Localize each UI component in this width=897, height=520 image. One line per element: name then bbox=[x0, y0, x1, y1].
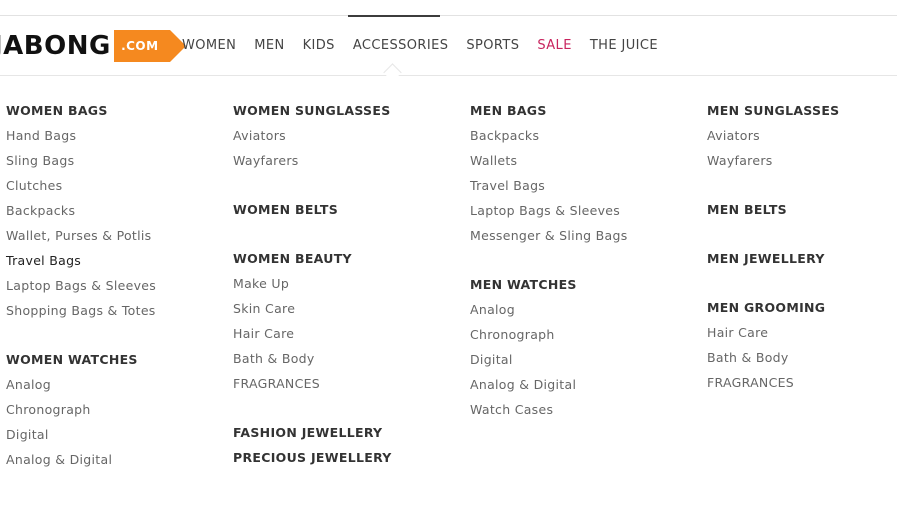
nav-item-kids[interactable]: KIDS bbox=[303, 36, 335, 56]
menu-link-analog[interactable]: Analog bbox=[6, 372, 156, 397]
menu-link-chronograph[interactable]: Chronograph bbox=[6, 397, 156, 422]
menu-column-women-bags: WOMEN BAGS Hand Bags Sling Bags Clutches… bbox=[6, 98, 156, 472]
menu-link-laptop-bags-sleeves[interactable]: Laptop Bags & Sleeves bbox=[6, 273, 156, 298]
menu-link-fragrances[interactable]: FRAGRANCES bbox=[233, 371, 392, 396]
menu-link-fragrances[interactable]: FRAGRANCES bbox=[707, 370, 840, 395]
menu-link-travel-bags[interactable]: Travel Bags bbox=[6, 248, 156, 273]
menu-link-wayfarers[interactable]: Wayfarers bbox=[233, 148, 392, 173]
menu-heading-men-sunglasses[interactable]: MEN SUNGLASSES bbox=[707, 98, 840, 123]
menu-link-analog[interactable]: Analog bbox=[470, 297, 628, 322]
header-top-border bbox=[0, 15, 897, 16]
main-nav: WOMEN MEN KIDS ACCESSORIES SPORTS SALE T… bbox=[182, 36, 676, 56]
menu-heading-men-grooming[interactable]: MEN GROOMING bbox=[707, 295, 840, 320]
menu-link-sling-bags[interactable]: Sling Bags bbox=[6, 148, 156, 173]
menu-link-wayfarers[interactable]: Wayfarers bbox=[707, 148, 840, 173]
menu-column-men-sunglasses: MEN SUNGLASSES Aviators Wayfarers MEN BE… bbox=[707, 98, 840, 395]
menu-link-analog-digital[interactable]: Analog & Digital bbox=[6, 447, 156, 472]
menu-link-aviators[interactable]: Aviators bbox=[233, 123, 392, 148]
header-bottom-border bbox=[0, 75, 897, 76]
menu-link-hand-bags[interactable]: Hand Bags bbox=[6, 123, 156, 148]
nav-item-accessories[interactable]: ACCESSORIES bbox=[353, 36, 449, 56]
menu-column-women-sunglasses: WOMEN SUNGLASSES Aviators Wayfarers WOME… bbox=[233, 98, 392, 470]
menu-heading-women-bags[interactable]: WOMEN BAGS bbox=[6, 98, 156, 123]
menu-link-clutches[interactable]: Clutches bbox=[6, 173, 156, 198]
nav-active-indicator bbox=[348, 15, 440, 17]
menu-link-skin-care[interactable]: Skin Care bbox=[233, 296, 392, 321]
jabong-logo[interactable]: JABONG .COM bbox=[0, 28, 186, 64]
menu-link-messenger-sling-bags[interactable]: Messenger & Sling Bags bbox=[470, 223, 628, 248]
menu-heading-men-bags[interactable]: MEN BAGS bbox=[470, 98, 628, 123]
menu-heading-precious-jewellery[interactable]: PRECIOUS JEWELLERY bbox=[233, 445, 392, 470]
menu-link-analog-digital[interactable]: Analog & Digital bbox=[470, 372, 628, 397]
logo-wordmark: JABONG bbox=[0, 31, 111, 61]
nav-item-women[interactable]: WOMEN bbox=[182, 36, 236, 56]
menu-link-bath-body[interactable]: Bath & Body bbox=[233, 346, 392, 371]
menu-link-watch-cases[interactable]: Watch Cases bbox=[470, 397, 628, 422]
menu-link-hair-care[interactable]: Hair Care bbox=[707, 320, 840, 345]
menu-column-men-bags: MEN BAGS Backpacks Wallets Travel Bags L… bbox=[470, 98, 628, 422]
menu-link-digital[interactable]: Digital bbox=[470, 347, 628, 372]
nav-item-men[interactable]: MEN bbox=[254, 36, 284, 56]
menu-heading-men-watches[interactable]: MEN WATCHES bbox=[470, 272, 628, 297]
menu-link-aviators[interactable]: Aviators bbox=[707, 123, 840, 148]
menu-heading-women-beauty[interactable]: WOMEN BEAUTY bbox=[233, 246, 392, 271]
logo-tag-text: .COM bbox=[121, 39, 159, 53]
menu-link-wallet-purses-potlis[interactable]: Wallet, Purses & Potlis bbox=[6, 223, 156, 248]
menu-link-make-up[interactable]: Make Up bbox=[233, 271, 392, 296]
nav-item-sports[interactable]: SPORTS bbox=[466, 36, 519, 56]
menu-heading-fashion-jewellery[interactable]: FASHION JEWELLERY bbox=[233, 420, 392, 445]
menu-link-chronograph[interactable]: Chronograph bbox=[470, 322, 628, 347]
menu-link-hair-care[interactable]: Hair Care bbox=[233, 321, 392, 346]
menu-link-backpacks[interactable]: Backpacks bbox=[470, 123, 628, 148]
nav-item-the-juice[interactable]: THE JUICE bbox=[590, 36, 658, 56]
nav-item-sale[interactable]: SALE bbox=[537, 36, 571, 56]
menu-link-bath-body[interactable]: Bath & Body bbox=[707, 345, 840, 370]
dropdown-caret-icon bbox=[383, 63, 402, 82]
menu-heading-women-sunglasses[interactable]: WOMEN SUNGLASSES bbox=[233, 98, 392, 123]
menu-heading-women-belts[interactable]: WOMEN BELTS bbox=[233, 197, 392, 222]
logo-tag-arrow-icon: .COM bbox=[113, 30, 186, 62]
menu-heading-men-jewellery[interactable]: MEN JEWELLERY bbox=[707, 246, 840, 271]
menu-heading-women-watches[interactable]: WOMEN WATCHES bbox=[6, 347, 156, 372]
menu-link-travel-bags[interactable]: Travel Bags bbox=[470, 173, 628, 198]
menu-link-digital[interactable]: Digital bbox=[6, 422, 156, 447]
menu-link-backpacks[interactable]: Backpacks bbox=[6, 198, 156, 223]
menu-link-wallets[interactable]: Wallets bbox=[470, 148, 628, 173]
menu-heading-men-belts[interactable]: MEN BELTS bbox=[707, 197, 840, 222]
menu-link-laptop-bags-sleeves[interactable]: Laptop Bags & Sleeves bbox=[470, 198, 628, 223]
menu-link-shopping-bags-totes[interactable]: Shopping Bags & Totes bbox=[6, 298, 156, 323]
